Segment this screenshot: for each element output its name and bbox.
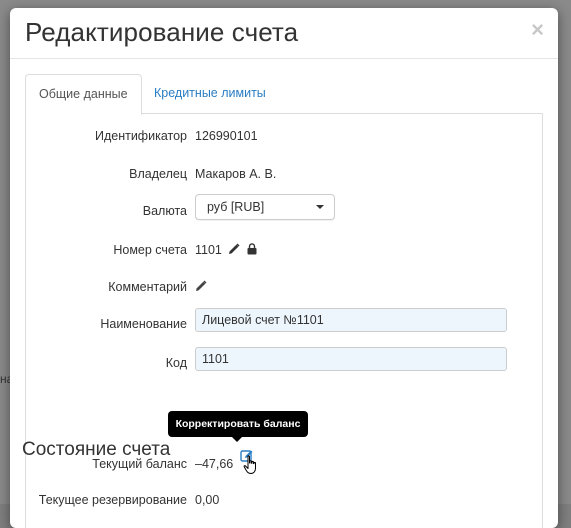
- account-number-value: 1101: [195, 243, 222, 257]
- currency-select[interactable]: руб [RUB]: [195, 194, 335, 220]
- edit-account-modal: Редактирование счета × Общие данные Кред…: [10, 8, 558, 528]
- tab-pane-general: Идентификатор 126990101 Владелец Макаров…: [22, 113, 543, 528]
- lock-icon: [247, 243, 257, 258]
- tabs-bar: Общие данные Кредитные лимиты: [25, 74, 543, 115]
- tab-credit-limits[interactable]: Кредитные лимиты: [141, 74, 279, 112]
- identifier-label: Идентификатор: [94, 129, 187, 143]
- modal-title: Редактирование счета: [25, 17, 299, 47]
- pencil-icon[interactable]: [195, 280, 207, 295]
- comment-label: Комментарий: [108, 280, 187, 294]
- account-number-group: 1101: [195, 243, 257, 258]
- owner-label: Владелец: [129, 167, 187, 181]
- adjust-balance-tooltip: Корректировать баланс: [168, 411, 308, 437]
- name-label: Наименование: [100, 317, 187, 331]
- current-balance-label: Текущий баланс: [92, 457, 187, 471]
- code-label: Код: [165, 356, 187, 370]
- identifier-value: 126990101: [195, 129, 258, 143]
- tab-general[interactable]: Общие данные: [25, 74, 142, 115]
- tooltip-arrow: [232, 437, 242, 442]
- current-reserve-label: Текущее резервирование: [38, 493, 187, 507]
- pencil-icon[interactable]: [228, 243, 240, 258]
- comment-edit: [195, 280, 207, 295]
- owner-value: Макаров А. В.: [195, 167, 277, 181]
- name-input[interactable]: Лицевой счет №1101: [195, 308, 507, 332]
- currency-selected-value: руб [RUB]: [207, 200, 265, 214]
- account-number-label: Номер счета: [113, 243, 187, 257]
- code-input[interactable]: 1101: [195, 347, 507, 371]
- close-button[interactable]: ×: [531, 19, 544, 41]
- modal-body: Общие данные Кредитные лимиты Идентифика…: [22, 74, 543, 528]
- chevron-down-icon: [316, 205, 324, 209]
- currency-label: Валюта: [142, 204, 187, 218]
- current-reserve-value: 0,00: [195, 493, 220, 507]
- hand-cursor-icon: [243, 455, 259, 480]
- current-balance-value: –47,66: [195, 457, 234, 471]
- modal-header: Редактирование счета ×: [10, 8, 558, 59]
